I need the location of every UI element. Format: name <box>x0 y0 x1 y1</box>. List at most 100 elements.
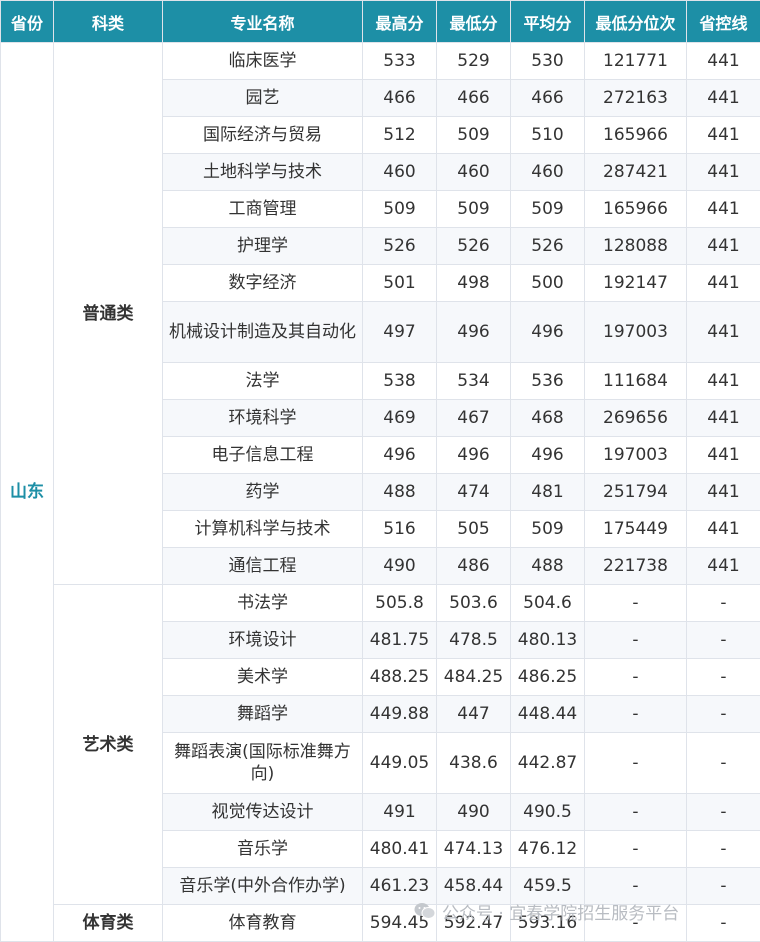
header-control-line: 省控线 <box>687 1 760 43</box>
avg-score-cell: 480.13 <box>511 622 585 659</box>
min-score-cell: 509 <box>437 117 511 154</box>
control-line-cell: 441 <box>687 191 760 228</box>
major-cell: 美术学 <box>163 659 363 696</box>
province-cell: 山东 <box>1 43 54 942</box>
max-score-cell: 501 <box>363 265 437 302</box>
control-line-cell: 441 <box>687 43 760 80</box>
header-min-rank: 最低分位次 <box>585 1 687 43</box>
min-rank-cell: 165966 <box>585 191 687 228</box>
control-line-cell: 441 <box>687 400 760 437</box>
min-rank-cell: - <box>585 585 687 622</box>
avg-score-cell: 509 <box>511 191 585 228</box>
min-score-cell: 474.13 <box>437 831 511 868</box>
min-score-cell: 467 <box>437 400 511 437</box>
control-line-cell: 441 <box>687 154 760 191</box>
category-cell: 普通类 <box>54 43 163 585</box>
major-cell: 环境科学 <box>163 400 363 437</box>
major-cell: 药学 <box>163 474 363 511</box>
min-rank-cell: - <box>585 696 687 733</box>
control-line-cell: 441 <box>687 511 760 548</box>
min-score-cell: 496 <box>437 302 511 363</box>
major-cell: 视觉传达设计 <box>163 794 363 831</box>
major-cell: 电子信息工程 <box>163 437 363 474</box>
max-score-cell: 516 <box>363 511 437 548</box>
avg-score-cell: 510 <box>511 117 585 154</box>
major-cell: 舞蹈表演(国际标准舞方向) <box>163 733 363 794</box>
control-line-cell: - <box>687 733 760 794</box>
major-cell: 音乐学(中外合作办学) <box>163 868 363 905</box>
avg-score-cell: 496 <box>511 302 585 363</box>
control-line-cell: 441 <box>687 117 760 154</box>
avg-score-cell: 500 <box>511 265 585 302</box>
header-min-score: 最低分 <box>437 1 511 43</box>
min-rank-cell: 251794 <box>585 474 687 511</box>
min-rank-cell: 269656 <box>585 400 687 437</box>
min-rank-cell: 272163 <box>585 80 687 117</box>
avg-score-cell: 593.16 <box>511 905 585 942</box>
min-rank-cell: - <box>585 794 687 831</box>
control-line-cell: 441 <box>687 228 760 265</box>
major-cell: 护理学 <box>163 228 363 265</box>
min-rank-cell: 111684 <box>585 363 687 400</box>
avg-score-cell: 442.87 <box>511 733 585 794</box>
control-line-cell: - <box>687 831 760 868</box>
min-score-cell: 484.25 <box>437 659 511 696</box>
max-score-cell: 449.88 <box>363 696 437 733</box>
control-line-cell: 441 <box>687 474 760 511</box>
control-line-cell: - <box>687 868 760 905</box>
max-score-cell: 488.25 <box>363 659 437 696</box>
max-score-cell: 594.45 <box>363 905 437 942</box>
max-score-cell: 488 <box>363 474 437 511</box>
header-max-score: 最高分 <box>363 1 437 43</box>
max-score-cell: 526 <box>363 228 437 265</box>
major-cell: 环境设计 <box>163 622 363 659</box>
header-major: 专业名称 <box>163 1 363 43</box>
avg-score-cell: 466 <box>511 80 585 117</box>
min-rank-cell: - <box>585 622 687 659</box>
table-row: 体育类体育教育594.45592.47593.16-- <box>1 905 760 942</box>
min-rank-cell: 121771 <box>585 43 687 80</box>
max-score-cell: 533 <box>363 43 437 80</box>
min-score-cell: 526 <box>437 228 511 265</box>
major-cell: 园艺 <box>163 80 363 117</box>
major-cell: 舞蹈学 <box>163 696 363 733</box>
min-score-cell: 503.6 <box>437 585 511 622</box>
min-rank-cell: 197003 <box>585 437 687 474</box>
max-score-cell: 491 <box>363 794 437 831</box>
table-row: 艺术类书法学505.8503.6504.6-- <box>1 585 760 622</box>
max-score-cell: 469 <box>363 400 437 437</box>
min-score-cell: 447 <box>437 696 511 733</box>
min-score-cell: 460 <box>437 154 511 191</box>
min-rank-cell: 287421 <box>585 154 687 191</box>
min-score-cell: 592.47 <box>437 905 511 942</box>
min-rank-cell: 197003 <box>585 302 687 363</box>
control-line-cell: - <box>687 794 760 831</box>
min-score-cell: 509 <box>437 191 511 228</box>
header-avg-score: 平均分 <box>511 1 585 43</box>
control-line-cell: - <box>687 622 760 659</box>
control-line-cell: - <box>687 659 760 696</box>
min-score-cell: 496 <box>437 437 511 474</box>
max-score-cell: 509 <box>363 191 437 228</box>
control-line-cell: - <box>687 585 760 622</box>
avg-score-cell: 488 <box>511 548 585 585</box>
max-score-cell: 505.8 <box>363 585 437 622</box>
min-rank-cell: 221738 <box>585 548 687 585</box>
major-cell: 法学 <box>163 363 363 400</box>
avg-score-cell: 468 <box>511 400 585 437</box>
max-score-cell: 497 <box>363 302 437 363</box>
avg-score-cell: 476.12 <box>511 831 585 868</box>
admission-scores-table: 省份 科类 专业名称 最高分 最低分 平均分 最低分位次 省控线 山东普通类临床… <box>0 0 760 942</box>
min-score-cell: 474 <box>437 474 511 511</box>
major-cell: 数字经济 <box>163 265 363 302</box>
avg-score-cell: 496 <box>511 437 585 474</box>
category-cell: 体育类 <box>54 905 163 942</box>
avg-score-cell: 486.25 <box>511 659 585 696</box>
control-line-cell: 441 <box>687 80 760 117</box>
max-score-cell: 496 <box>363 437 437 474</box>
category-cell: 艺术类 <box>54 585 163 905</box>
header-province: 省份 <box>1 1 54 43</box>
max-score-cell: 466 <box>363 80 437 117</box>
avg-score-cell: 459.5 <box>511 868 585 905</box>
min-score-cell: 466 <box>437 80 511 117</box>
